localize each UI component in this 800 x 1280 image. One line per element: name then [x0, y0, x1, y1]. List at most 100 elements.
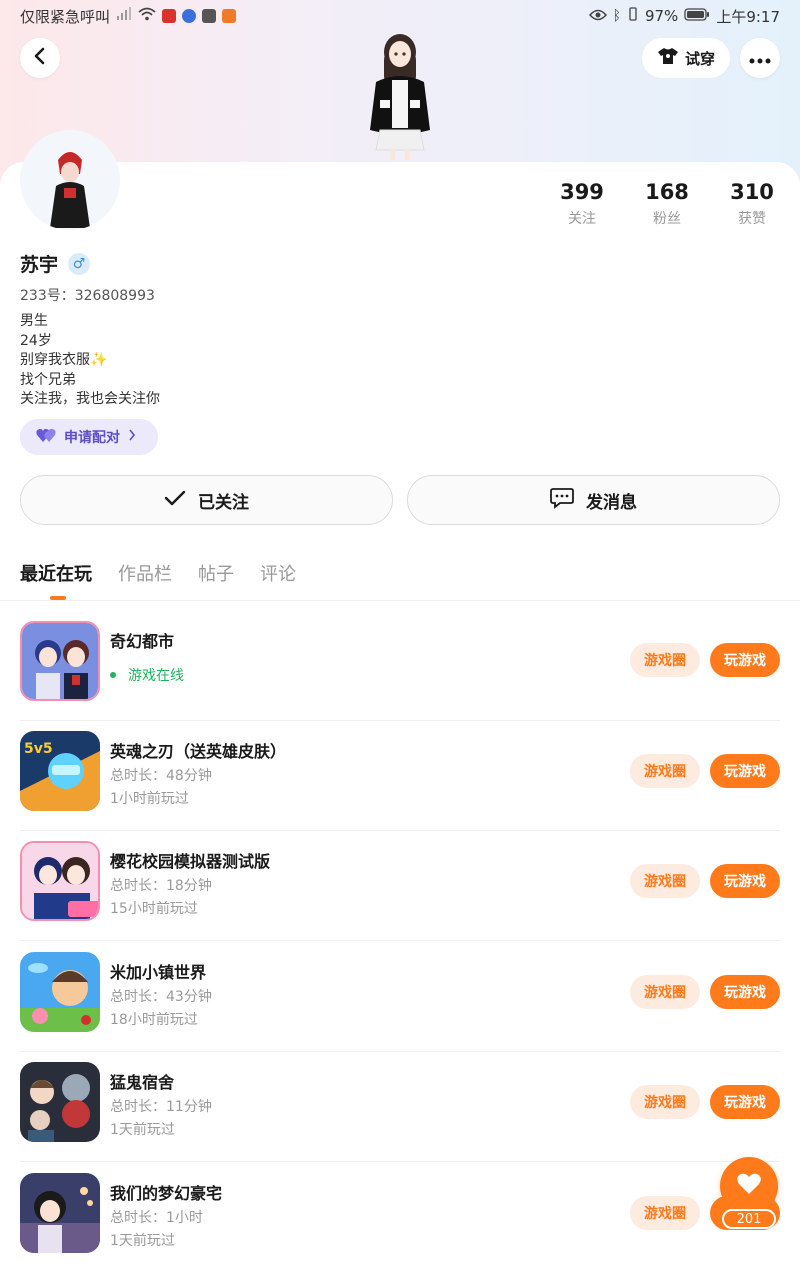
clock-time: 上午9:17 — [716, 7, 780, 26]
user-id: 233号：326808993 — [20, 288, 155, 304]
play-game-button[interactable]: 玩游戏 — [710, 1085, 780, 1119]
chevron-left-icon — [33, 47, 47, 69]
play-game-button[interactable]: 玩游戏 — [710, 975, 780, 1009]
online-label: 游戏在线 — [128, 668, 184, 684]
tab-posts[interactable]: 帖子 — [198, 560, 234, 586]
game-row[interactable]: 樱花校园模拟器测试版 总时长：18分钟 15小时前玩过 游戏圈 玩游戏 — [0, 831, 800, 941]
send-message-label: 发消息 — [586, 492, 637, 513]
stat-fans[interactable]: 168 粉丝 — [627, 180, 707, 228]
game-row[interactable]: 米加小镇世界 总时长：43分钟 18小时前玩过 游戏圈 玩游戏 — [0, 942, 800, 1052]
game-icon — [20, 1173, 100, 1253]
game-name: 猛鬼宿舍 — [110, 1073, 175, 1092]
row-divider — [20, 1161, 780, 1162]
wifi-icon — [138, 7, 156, 25]
tab-comments[interactable]: 评论 — [260, 560, 296, 586]
following-label: 已关注 — [198, 492, 249, 513]
game-circle-button[interactable]: 游戏圈 — [630, 643, 700, 677]
game-name: 樱花校园模拟器测试版 — [110, 852, 271, 871]
game-icon — [20, 841, 100, 921]
game-icon — [20, 1062, 100, 1142]
chevron-right-icon — [128, 429, 136, 445]
more-button[interactable] — [740, 38, 780, 78]
vibrate-icon — [627, 7, 639, 25]
stat-label: 关注 — [568, 211, 596, 227]
check-icon — [164, 490, 186, 511]
avatar-3d-figure — [356, 30, 444, 162]
music-app-icon — [182, 9, 197, 23]
stat-value: 168 — [645, 180, 689, 204]
stat-label: 获赞 — [738, 211, 766, 227]
game-icon — [20, 621, 100, 701]
game-circle-button[interactable]: 游戏圈 — [630, 975, 700, 1009]
mail-app-icon — [202, 9, 217, 23]
play-game-button[interactable]: 玩游戏 — [710, 643, 780, 677]
svg-text:5v5: 5v5 — [24, 741, 53, 757]
stat-likes[interactable]: 310 获赞 — [712, 180, 792, 228]
like-count-badge: 201 — [722, 1209, 776, 1229]
game-circle-button[interactable]: 游戏圈 — [630, 754, 700, 788]
avatar[interactable] — [20, 130, 120, 230]
chat-bubble-icon — [550, 487, 574, 514]
status-bar: 仅限紧急呼叫 ᛒ 97% 上午9:17 — [0, 0, 800, 32]
game-playtime: 总时长：48分钟 — [110, 768, 212, 784]
tshirt-icon — [657, 47, 679, 69]
carrier-text: 仅限紧急呼叫 — [20, 7, 111, 26]
heart-icon — [736, 1172, 762, 1200]
male-gender-icon: ♂ — [68, 252, 91, 275]
tab-works[interactable]: 作品栏 — [118, 560, 172, 586]
try-on-label: 试穿 — [684, 49, 715, 68]
game-playtime: 总时长：1小时 — [110, 1210, 203, 1226]
game-online-status: 游戏在线 — [110, 665, 184, 685]
game-playtime: 总时长：18分钟 — [110, 878, 212, 894]
double-heart-icon — [36, 427, 56, 447]
bluetooth-icon: ᛒ — [612, 8, 621, 24]
game-playtime: 总时长：11分钟 — [110, 1099, 212, 1115]
game-last-played: 15小时前玩过 — [110, 901, 198, 917]
profile-bio: 男生 24岁 别穿我衣服✨ 找个兄弟 关注我，我也会关注你 — [20, 312, 160, 410]
play-game-button[interactable]: 玩游戏 — [710, 754, 780, 788]
stat-following[interactable]: 399 关注 — [542, 180, 622, 228]
game-last-played: 18小时前玩过 — [110, 1012, 198, 1028]
row-divider — [20, 940, 780, 941]
game-row[interactable]: 猛鬼宿舍 总时长：11分钟 1天前玩过 游戏圈 玩游戏 — [0, 1052, 800, 1162]
notification-app-icon — [162, 9, 177, 23]
game-row[interactable]: 奇幻都市 游戏在线 游戏圈 玩游戏 — [0, 611, 800, 721]
game-name: 我们的梦幻豪宅 — [110, 1184, 223, 1203]
bio-line: 男生 — [20, 313, 48, 329]
more-dots-icon — [749, 49, 771, 68]
game-row[interactable]: 5v5 英魂之刃（送英雄皮肤） 总时长：48分钟 1小时前玩过 游戏圈 玩游戏 — [0, 721, 800, 831]
bio-line: 找个兄弟 — [20, 371, 76, 388]
apply-pair-button[interactable]: 申请配对 — [20, 419, 158, 455]
bio-line: 24岁 — [20, 332, 52, 349]
game-circle-button[interactable]: 游戏圈 — [630, 1085, 700, 1119]
bio-line: 关注我，我也会关注你 — [20, 391, 160, 407]
following-button[interactable]: 已关注 — [20, 475, 393, 525]
game-circle-button[interactable]: 游戏圈 — [630, 1196, 700, 1230]
game-playtime: 总时长：43分钟 — [110, 989, 212, 1005]
battery-icon — [684, 7, 710, 25]
stat-value: 399 — [560, 180, 604, 204]
game-last-played: 1天前玩过 — [110, 1122, 175, 1138]
video-app-icon — [222, 9, 237, 23]
back-button[interactable] — [20, 38, 60, 78]
tab-recently-played[interactable]: 最近在玩 — [20, 560, 92, 586]
game-circle-button[interactable]: 游戏圈 — [630, 864, 700, 898]
game-icon — [20, 952, 100, 1032]
try-on-button[interactable]: 试穿 — [642, 38, 730, 78]
battery-percent: 97% — [644, 7, 679, 25]
like-fab-button[interactable] — [720, 1157, 778, 1215]
profile-name: 苏宇 — [20, 254, 59, 276]
game-name: 英魂之刃（送英雄皮肤） — [110, 742, 287, 761]
profile-name-row: 苏宇 ♂ — [20, 250, 91, 277]
bio-line: 别穿我衣服✨ — [20, 352, 108, 368]
game-row[interactable]: 我们的梦幻豪宅 总时长：1小时 1天前玩过 游戏圈 — [0, 1163, 800, 1273]
signal-icon — [116, 7, 132, 25]
apply-pair-label: 申请配对 — [64, 430, 120, 446]
game-name: 米加小镇世界 — [110, 963, 207, 982]
send-message-button[interactable]: 发消息 — [407, 475, 780, 525]
game-last-played: 1小时前玩过 — [110, 791, 189, 807]
play-game-button[interactable]: 玩游戏 — [710, 864, 780, 898]
profile-tabs: 最近在玩 作品栏 帖子 评论 — [20, 560, 296, 586]
tabs-divider — [0, 600, 800, 601]
stat-value: 310 — [730, 180, 774, 204]
